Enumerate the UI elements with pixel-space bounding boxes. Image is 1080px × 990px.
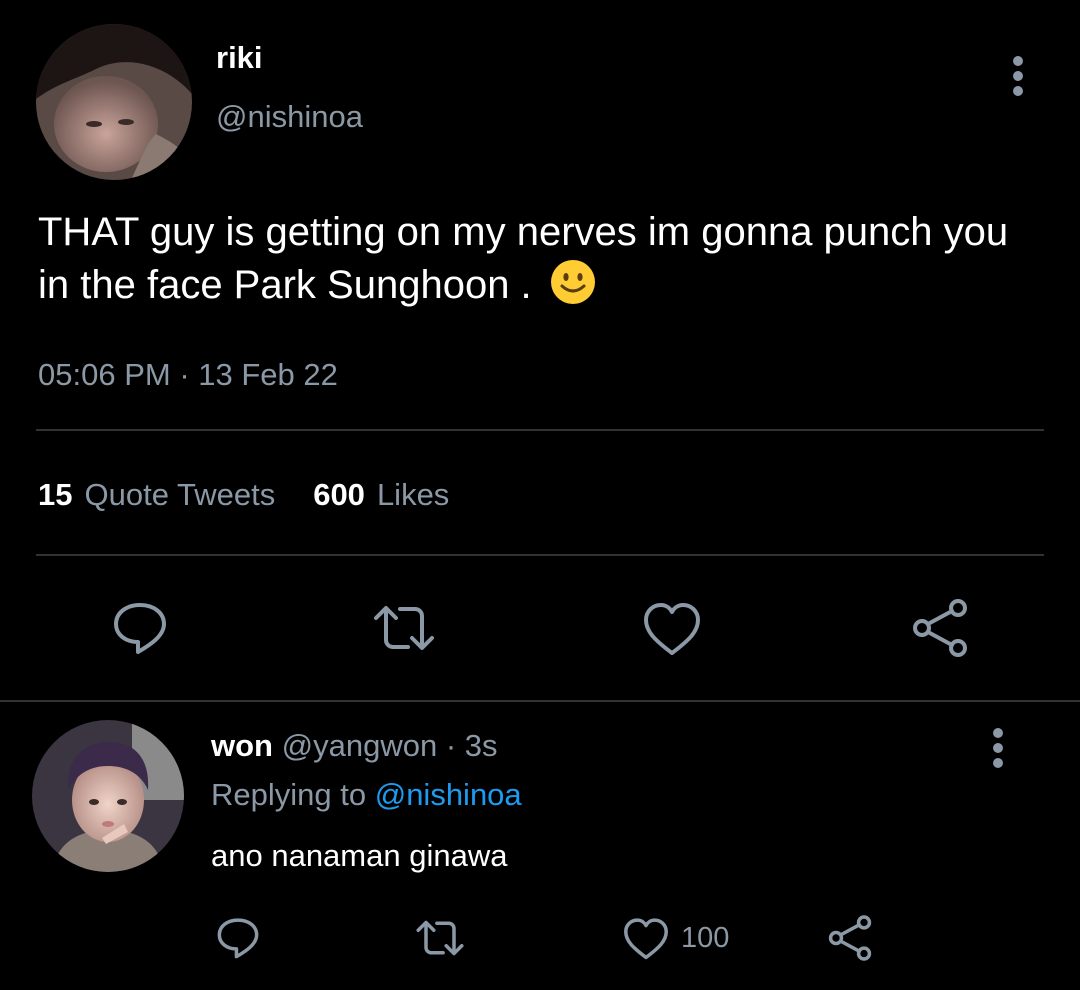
share-icon[interactable] bbox=[822, 910, 878, 966]
share-icon[interactable] bbox=[904, 592, 976, 664]
likes-count: 600 bbox=[313, 477, 365, 512]
quote-tweets-count: 15 bbox=[38, 477, 73, 512]
tweet-text-content: THAT guy is getting on my nerves im gonn… bbox=[38, 210, 1020, 307]
reply-author-avatar[interactable] bbox=[32, 720, 184, 872]
reply-like-count: 100 bbox=[681, 922, 730, 954]
reply-meta-separator: · bbox=[445, 728, 457, 763]
reply-text: ano nanaman ginawa bbox=[211, 838, 508, 873]
tweet-stats: 15 Quote Tweets 600 Likes bbox=[38, 475, 449, 515]
divider-bottom bbox=[36, 554, 1044, 556]
reply-author-name[interactable]: won bbox=[211, 728, 273, 763]
author-handle[interactable]: @nishinoa bbox=[216, 97, 363, 137]
likes-label: Likes bbox=[376, 477, 450, 512]
retweet-icon[interactable] bbox=[368, 592, 440, 664]
divider-top bbox=[36, 429, 1044, 431]
replying-to-prefix: Replying to bbox=[211, 777, 367, 812]
more-vertical-icon[interactable] bbox=[980, 724, 1016, 772]
author-avatar[interactable] bbox=[36, 24, 192, 180]
like-icon[interactable] bbox=[636, 592, 708, 664]
tweet-separator bbox=[0, 700, 1080, 702]
replying-to-mention[interactable]: @nishinoa bbox=[375, 777, 522, 812]
author-name[interactable]: riki bbox=[216, 38, 263, 78]
quote-tweets-stat[interactable]: 15 Quote Tweets bbox=[38, 475, 275, 515]
retweet-icon[interactable] bbox=[412, 910, 468, 966]
slightly-smiling-face-icon bbox=[549, 258, 597, 306]
reply-author-handle[interactable]: @yangwon bbox=[282, 728, 438, 763]
tweet-text: THAT guy is getting on my nerves im gonn… bbox=[38, 206, 1048, 311]
more-vertical-icon[interactable] bbox=[1000, 52, 1036, 100]
likes-stat[interactable]: 600 Likes bbox=[313, 475, 449, 515]
reply-time[interactable]: 3s bbox=[465, 728, 498, 763]
tweet-date: 13 Feb 22 bbox=[198, 357, 338, 392]
quote-tweets-label: Quote Tweets bbox=[84, 477, 276, 512]
reply-icon[interactable] bbox=[210, 910, 266, 966]
reply-icon[interactable] bbox=[104, 592, 176, 664]
like-icon[interactable] bbox=[618, 910, 674, 966]
meta-separator: · bbox=[179, 357, 190, 392]
reply-header: won @yangwon · 3s bbox=[211, 726, 498, 766]
replying-to-line: Replying to @nishinoa bbox=[211, 775, 522, 815]
tweet-timestamp[interactable]: 05:06 PM · 13 Feb 22 bbox=[38, 355, 338, 395]
tweet-time: 05:06 PM bbox=[38, 357, 171, 392]
